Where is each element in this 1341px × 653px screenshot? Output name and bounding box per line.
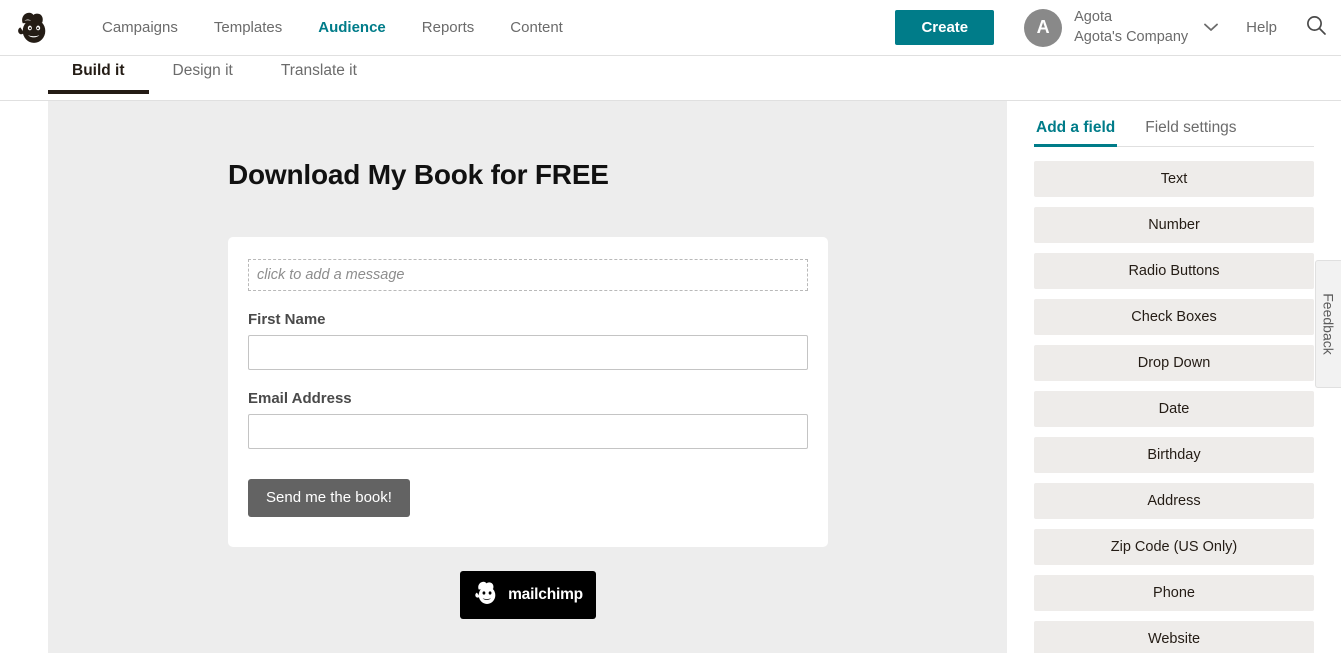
topbar-right-group: Create A Agota Agota's Company Help — [895, 8, 1341, 47]
field-type-list: Text Number Radio Buttons Check Boxes Dr… — [1034, 161, 1314, 653]
left-gutter — [0, 101, 48, 653]
account-text: Agota Agota's Company — [1074, 8, 1188, 47]
account-company-name: Agota's Company — [1074, 28, 1189, 45]
field-label-email-address: Email Address — [248, 390, 352, 407]
account-menu[interactable]: A Agota Agota's Company — [1024, 8, 1219, 47]
nav-item-templates[interactable]: Templates — [196, 13, 300, 42]
field-type-date[interactable]: Date — [1034, 391, 1314, 427]
tab-design-it[interactable]: Design it — [149, 56, 257, 93]
field-type-phone[interactable]: Phone — [1034, 575, 1314, 611]
tab-add-a-field[interactable]: Add a field — [1034, 115, 1118, 147]
form-preview-area: Download My Book for FREE click to add a… — [48, 101, 1007, 653]
page-title[interactable]: Download My Book for FREE — [228, 159, 828, 191]
account-user-name: Agota — [1074, 8, 1113, 25]
feedback-tab-label: Feedback — [1320, 293, 1337, 355]
mailchimp-freddie-logo-icon — [15, 9, 53, 47]
mailchimp-badge[interactable]: mailchimp — [460, 571, 596, 619]
field-type-number[interactable]: Number — [1034, 207, 1314, 243]
mailchimp-wordmark: mailchimp — [508, 586, 583, 603]
form-builder-tabs: Build it Design it Translate it — [0, 56, 1341, 101]
primary-nav: Campaigns Templates Audience Reports Con… — [84, 13, 581, 42]
help-link[interactable]: Help — [1246, 19, 1277, 36]
field-type-text[interactable]: Text — [1034, 161, 1314, 197]
field-label-first-name: First Name — [248, 311, 326, 328]
search-icon — [1305, 14, 1327, 41]
tab-build-it[interactable]: Build it — [48, 56, 149, 94]
top-navigation-bar: Campaigns Templates Audience Reports Con… — [0, 0, 1341, 56]
field-panel-sidebar: Add a field Field settings Text Number R… — [1007, 101, 1341, 653]
submit-button[interactable]: Send me the book! — [248, 479, 410, 517]
chevron-down-icon — [1204, 21, 1219, 34]
tab-field-settings[interactable]: Field settings — [1143, 115, 1238, 146]
search-button[interactable] — [1305, 14, 1327, 41]
field-type-address[interactable]: Address — [1034, 483, 1314, 519]
nav-item-reports[interactable]: Reports — [404, 13, 493, 42]
field-type-website[interactable]: Website — [1034, 621, 1314, 653]
builder-body: Download My Book for FREE click to add a… — [0, 101, 1341, 653]
field-type-birthday[interactable]: Birthday — [1034, 437, 1314, 473]
signup-form-card: click to add a message First Name Email … — [228, 237, 828, 547]
first-name-input[interactable] — [248, 335, 808, 370]
field-type-check-boxes[interactable]: Check Boxes — [1034, 299, 1314, 335]
mailchimp-logo-link[interactable] — [6, 9, 62, 47]
field-type-radio-buttons[interactable]: Radio Buttons — [1034, 253, 1314, 289]
message-placeholder[interactable]: click to add a message — [248, 259, 808, 291]
email-address-input[interactable] — [248, 414, 808, 449]
field-type-zip-code[interactable]: Zip Code (US Only) — [1034, 529, 1314, 565]
nav-item-content[interactable]: Content — [492, 13, 581, 42]
nav-item-campaigns[interactable]: Campaigns — [84, 13, 196, 42]
tab-translate-it[interactable]: Translate it — [257, 56, 381, 93]
nav-item-audience[interactable]: Audience — [300, 13, 404, 42]
create-button[interactable]: Create — [895, 10, 995, 45]
feedback-tab[interactable]: Feedback — [1315, 260, 1341, 388]
mailchimp-freddie-logo-icon — [473, 579, 501, 612]
form-preview-inner: Download My Book for FREE click to add a… — [228, 159, 828, 619]
avatar: A — [1024, 8, 1063, 47]
sidebar-tabs: Add a field Field settings — [1034, 115, 1314, 147]
field-type-drop-down[interactable]: Drop Down — [1034, 345, 1314, 381]
